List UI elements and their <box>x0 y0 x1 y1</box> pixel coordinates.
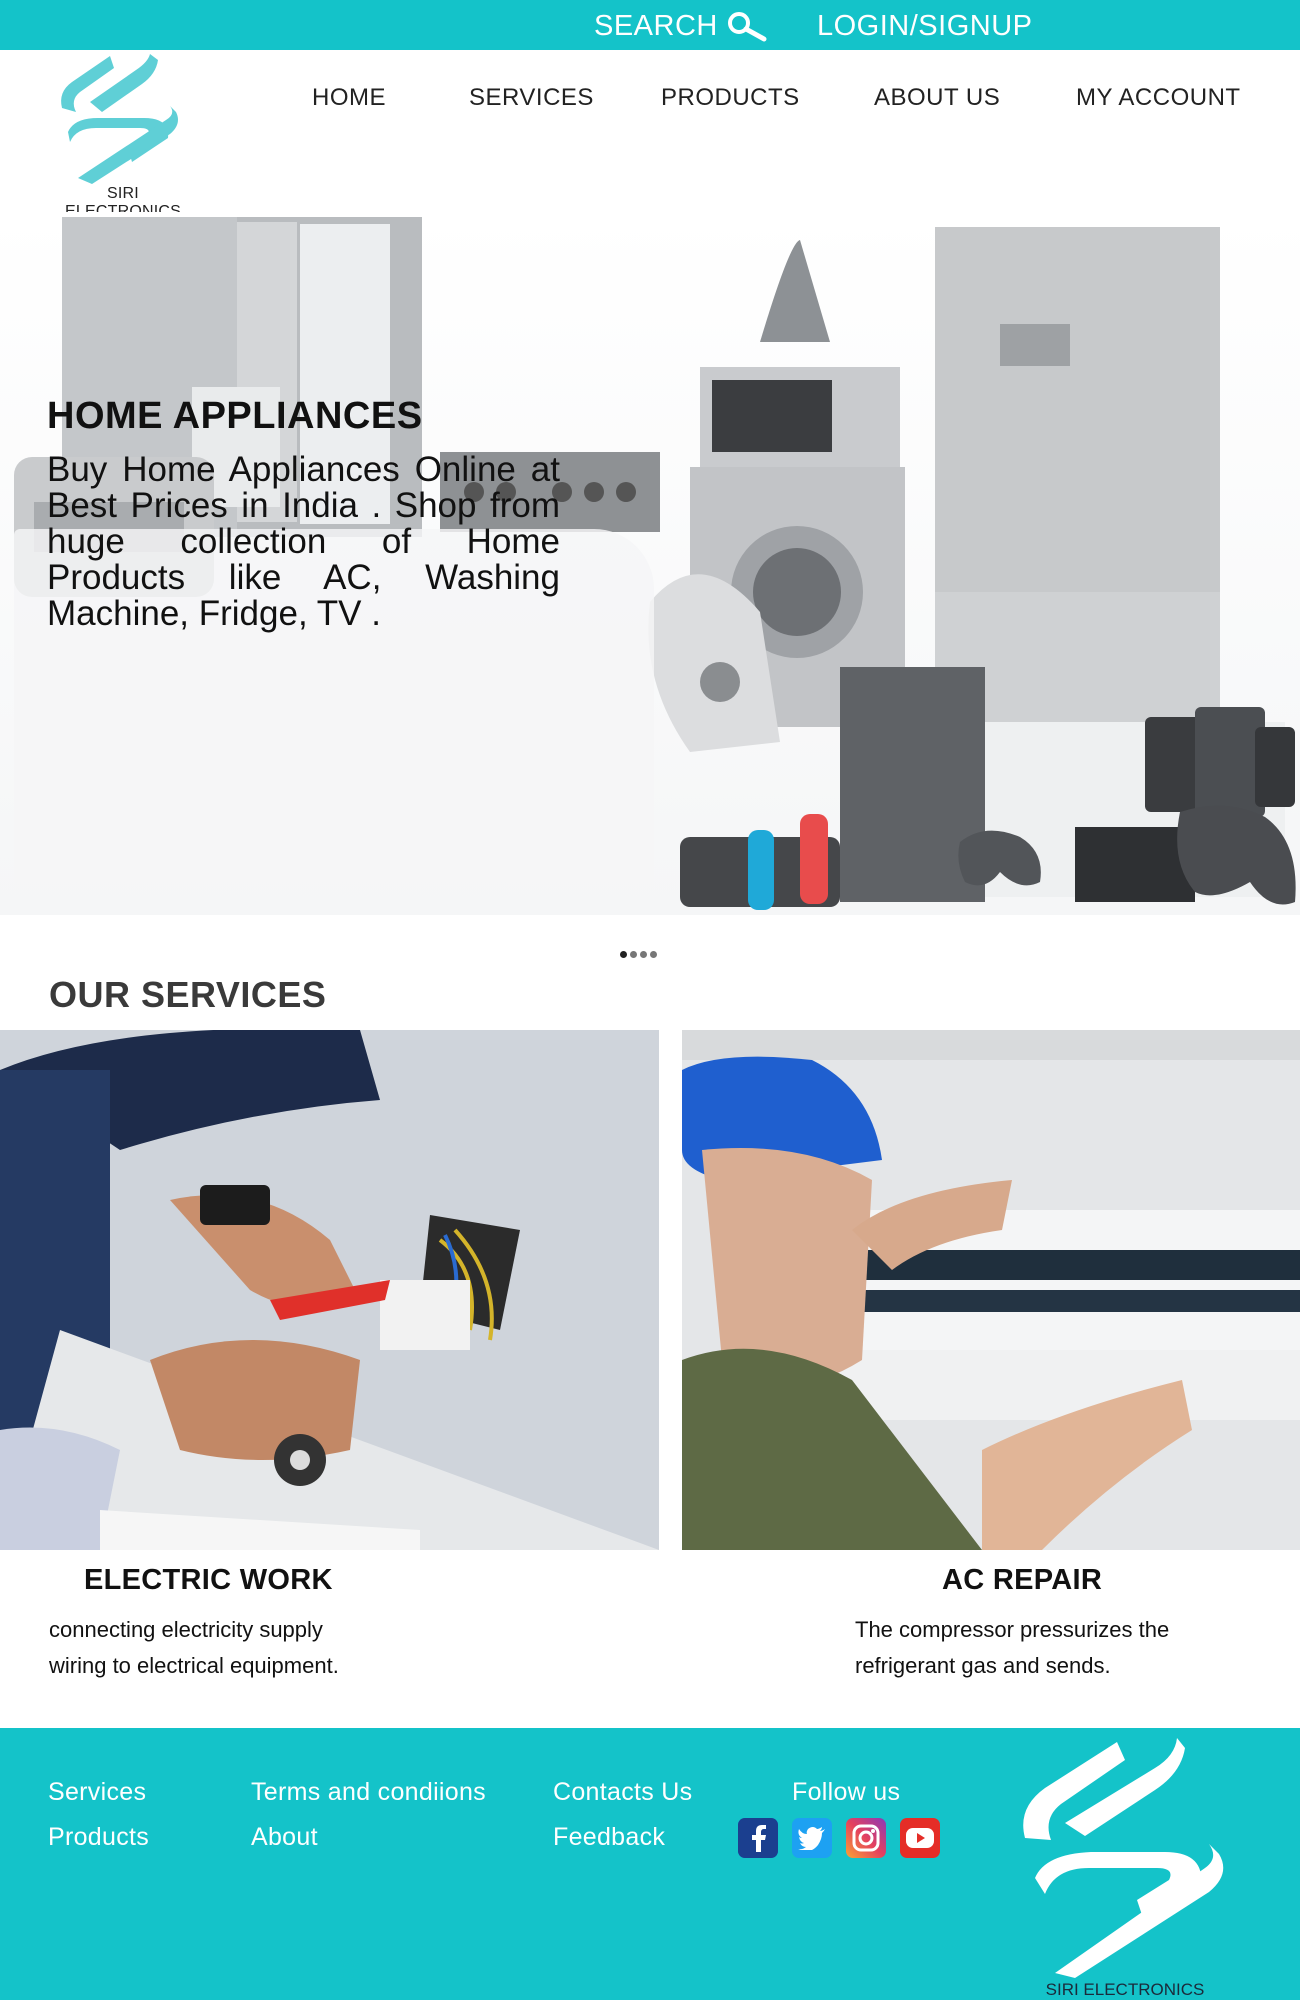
hero-title: HOME APPLIANCES <box>47 395 423 437</box>
main-nav: HOME SERVICES PRODUCTS ABOUT US MY ACCOU… <box>0 78 1300 118</box>
search-icon <box>727 12 767 42</box>
carousel-dot-4[interactable] <box>650 951 657 958</box>
carousel-dots <box>620 951 657 958</box>
ac-repair-description: The compressor pressurizes the refrigera… <box>855 1612 1169 1684</box>
electric-work-desc-line-1: connecting electricity supply <box>49 1617 323 1642</box>
footer-brand-logo: SIRI ELECTRONICS <box>1005 1728 1235 2000</box>
search-label: SEARCH <box>594 9 718 42</box>
footer-link-contacts[interactable]: Contacts Us <box>553 1778 692 1807</box>
nav-products[interactable]: PRODUCTS <box>661 78 800 118</box>
carousel-dot-3[interactable] <box>640 951 647 958</box>
youtube-icon[interactable] <box>900 1818 940 1858</box>
footer-link-services[interactable]: Services <box>48 1778 146 1807</box>
search-button[interactable]: SEARCH <box>594 8 768 44</box>
footer-link-terms[interactable]: Terms and condiions <box>251 1778 486 1807</box>
footer-link-about[interactable]: About <box>251 1823 318 1852</box>
twitter-icon[interactable] <box>792 1818 832 1858</box>
electric-work-title: ELECTRIC WORK <box>84 1564 333 1596</box>
ac-repair-desc-line-1: The compressor pressurizes the <box>855 1617 1170 1642</box>
facebook-icon[interactable] <box>738 1818 778 1858</box>
login-signup-link[interactable]: LOGIN/SIGNUP <box>817 8 1033 44</box>
ac-repair-desc-line-2: refrigerant gas and sends. <box>855 1653 1111 1678</box>
electric-work-desc-line-2: wiring to electrical equipment. <box>49 1653 339 1678</box>
top-bar: SEARCH LOGIN/SIGNUP <box>0 0 1300 50</box>
hero-description: Buy Home Appliances Online at Best Price… <box>47 450 560 633</box>
siri-s-logo-icon <box>61 54 178 184</box>
ac-repair-title: AC REPAIR <box>942 1564 1103 1596</box>
nav-my-account[interactable]: MY ACCOUNT <box>1076 78 1241 118</box>
follow-us-label: Follow us <box>792 1778 901 1806</box>
carousel-dot-1[interactable] <box>620 951 627 958</box>
services-heading: OUR SERVICES <box>49 974 327 1015</box>
nav-services[interactable]: SERVICES <box>469 78 594 118</box>
electric-work-image[interactable] <box>0 1030 659 1550</box>
brand-logo[interactable]: SIRI ELECTRONICS <box>48 52 198 220</box>
footer-brand-name: SIRI ELECTRONICS <box>1045 1980 1205 1999</box>
nav-home[interactable]: HOME <box>312 78 386 118</box>
footer-link-feedback[interactable]: Feedback <box>553 1823 665 1852</box>
electric-work-description: connecting electricity supply wiring to … <box>49 1612 339 1684</box>
instagram-icon[interactable] <box>846 1818 886 1858</box>
carousel-dot-2[interactable] <box>630 951 637 958</box>
footer: Services Products Terms and condiions Ab… <box>0 1728 1300 2000</box>
ac-repair-image[interactable] <box>682 1030 1300 1550</box>
footer-link-products[interactable]: Products <box>48 1823 149 1852</box>
siri-s-logo-icon <box>1023 1738 1224 1978</box>
nav-about-us[interactable]: ABOUT US <box>874 78 1000 118</box>
